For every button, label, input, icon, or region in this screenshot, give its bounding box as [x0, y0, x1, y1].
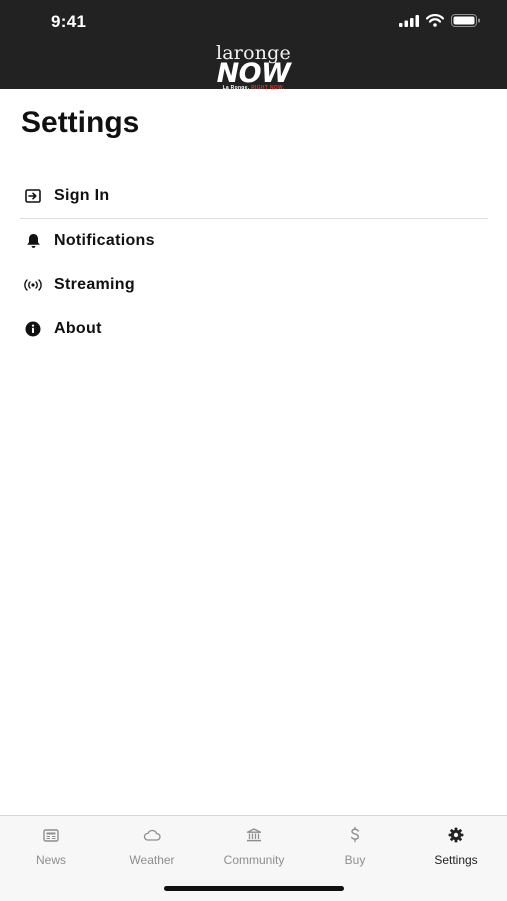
- app-logo: laronge NOW La Ronge. RIGHT NOW.: [0, 44, 507, 91]
- status-icons: [399, 14, 481, 27]
- logo-tagline: La Ronge. RIGHT NOW.: [0, 86, 507, 91]
- tab-buy[interactable]: Buy: [310, 826, 400, 867]
- cellular-signal-icon: [399, 14, 419, 27]
- menu-item-notifications[interactable]: Notifications: [20, 219, 488, 263]
- menu-item-about[interactable]: About: [20, 307, 488, 351]
- menu-item-sign-in[interactable]: Sign In: [20, 174, 488, 219]
- gear-icon: [411, 826, 501, 844]
- tab-label: Buy: [344, 853, 366, 867]
- tab-news[interactable]: News: [6, 826, 96, 867]
- menu-item-label: Streaming: [54, 276, 135, 293]
- status-time: 9:41: [51, 12, 87, 31]
- settings-menu: Sign In Notifications Streaming About: [20, 174, 488, 351]
- info-icon: [21, 317, 45, 341]
- broadcast-icon: [21, 273, 45, 297]
- building-icon: [209, 826, 299, 844]
- wifi-icon: [426, 14, 444, 27]
- bell-icon: [21, 229, 45, 253]
- page-title: Settings: [21, 106, 140, 139]
- sign-in-icon: [21, 184, 45, 208]
- tab-weather[interactable]: Weather: [107, 826, 197, 867]
- newspaper-icon: [6, 826, 96, 844]
- home-indicator: [164, 886, 344, 891]
- logo-tagline-white: La Ronge.: [222, 85, 250, 91]
- logo-tagline-red: RIGHT NOW.: [251, 85, 285, 91]
- logo-main-text: NOW: [216, 58, 291, 89]
- tab-label: News: [35, 853, 66, 867]
- menu-item-label: Notifications: [54, 232, 155, 249]
- battery-icon: [451, 14, 480, 27]
- tab-label: Settings: [434, 853, 478, 867]
- menu-item-label: About: [54, 320, 102, 337]
- app-header: 9:41 laronge NOW La Ronge. RIGHT NOW.: [0, 0, 507, 91]
- cloud-icon: [107, 826, 197, 844]
- tab-label: Community: [223, 853, 285, 867]
- tab-community[interactable]: Community: [209, 826, 299, 867]
- menu-item-label: Sign In: [54, 187, 110, 204]
- tab-settings[interactable]: Settings: [411, 826, 501, 867]
- tab-label: Weather: [129, 853, 175, 867]
- menu-item-streaming[interactable]: Streaming: [20, 263, 488, 307]
- dollar-icon: [310, 826, 400, 844]
